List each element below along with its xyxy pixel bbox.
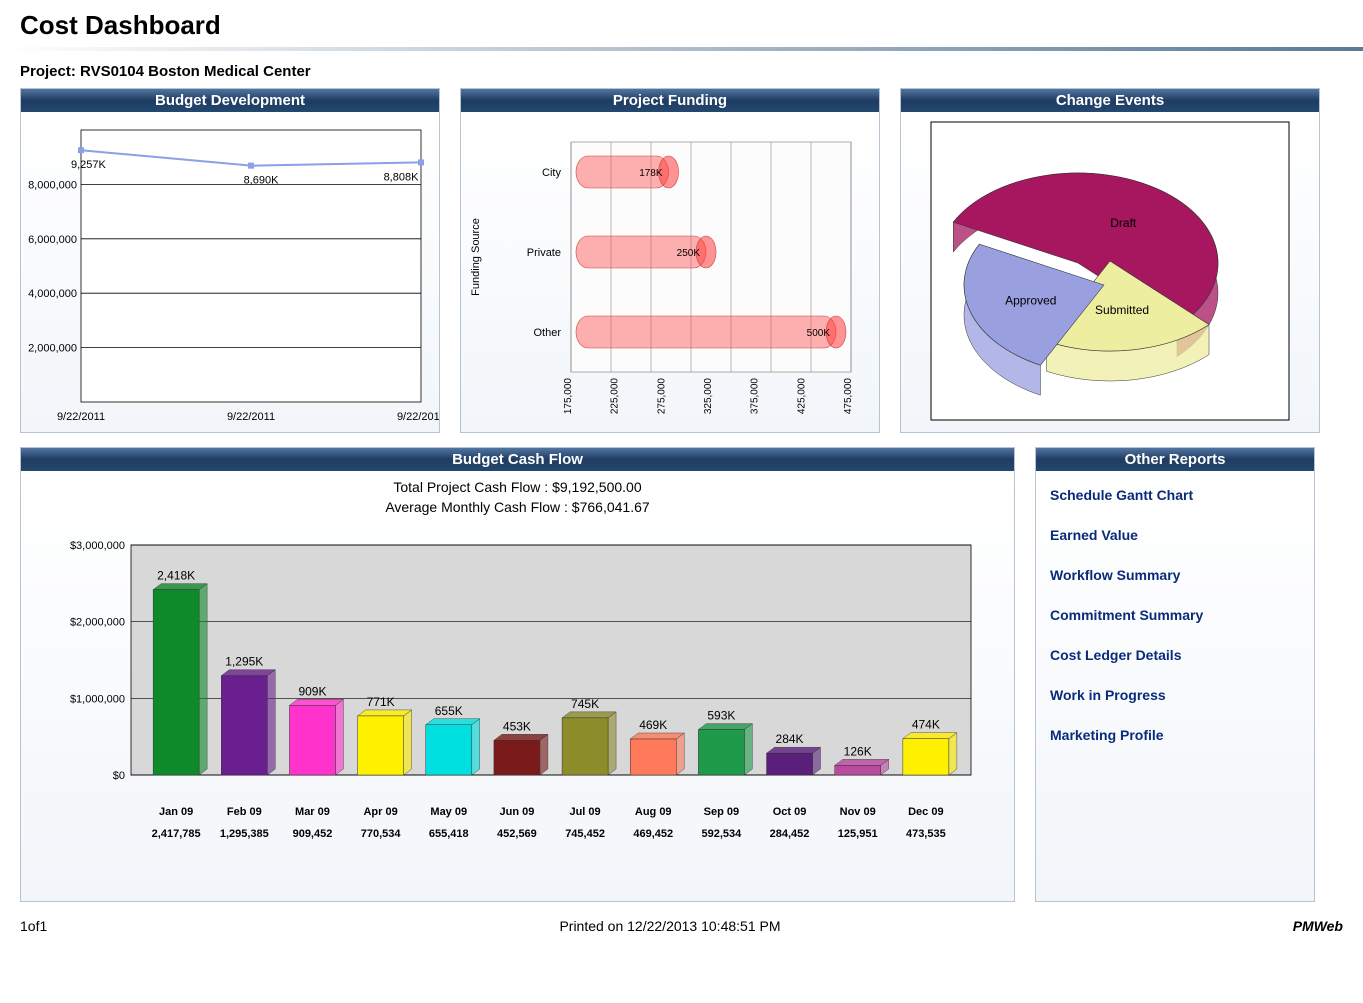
other-report-link-0[interactable]: Schedule Gantt Chart (1050, 487, 1300, 503)
svg-text:Other: Other (533, 327, 561, 339)
footer: 1of1 Printed on 12/22/2013 10:48:51 PM P… (0, 916, 1363, 936)
svg-text:6,000,000: 6,000,000 (28, 234, 77, 246)
panel-header-change-events: Change Events (901, 89, 1319, 112)
chart-budget-development: 2,000,000 4,000,000 6,000,000 8,000,000 9,25… (21, 112, 439, 430)
svg-text:475,000: 475,000 (843, 378, 854, 415)
svg-text:284K: 284K (776, 732, 804, 746)
svg-text:Approved: Approved (1005, 293, 1056, 307)
other-report-link-4[interactable]: Cost Ledger Details (1050, 647, 1300, 663)
svg-text:$0: $0 (113, 770, 125, 782)
svg-text:Jun 09: Jun 09 (499, 806, 534, 818)
svg-text:Draft: Draft (1110, 216, 1137, 230)
svg-text:Feb 09: Feb 09 (227, 806, 262, 818)
svg-text:453K: 453K (503, 719, 531, 733)
svg-text:745K: 745K (571, 697, 599, 711)
svg-text:Nov 09: Nov 09 (840, 806, 876, 818)
other-report-link-2[interactable]: Workflow Summary (1050, 567, 1300, 583)
svg-text:592,534: 592,534 (702, 828, 743, 840)
svg-text:Private: Private (527, 247, 561, 259)
svg-text:$1,000,000: $1,000,000 (70, 693, 125, 705)
svg-text:375,000: 375,000 (750, 378, 761, 415)
svg-text:4,000,000: 4,000,000 (28, 288, 77, 300)
title-band (0, 47, 1363, 51)
bcf-avg-label: Average Monthly Cash Flow : $766,041.67 (21, 497, 1014, 525)
svg-text:473,535: 473,535 (906, 828, 946, 840)
panel-change-events: Change Events Draft Submitted Approved (900, 88, 1320, 433)
panel-project-funding: Project Funding Funding Source City 178K Pr… (460, 88, 880, 433)
svg-text:655,418: 655,418 (429, 828, 469, 840)
other-report-link-3[interactable]: Commitment Summary (1050, 607, 1300, 623)
chart-change-events: Draft Submitted Approved (901, 112, 1319, 430)
svg-text:Jan 09: Jan 09 (159, 806, 193, 818)
svg-text:Funding Source: Funding Source (470, 218, 482, 296)
svg-text:8,808K: 8,808K (384, 171, 420, 183)
svg-text:9/22/2011: 9/22/2011 (57, 411, 105, 423)
bcf-total-label: Total Project Cash Flow : $9,192,500.00 (21, 471, 1014, 497)
svg-text:2,418K: 2,418K (157, 569, 195, 583)
footer-center: Printed on 12/22/2013 10:48:51 PM (559, 918, 780, 934)
project-label: Project: RVS0104 Boston Medical Center (0, 61, 1363, 88)
svg-text:275,000: 275,000 (656, 378, 667, 415)
svg-text:770,534: 770,534 (361, 828, 402, 840)
svg-text:469K: 469K (639, 718, 667, 732)
svg-text:175,000: 175,000 (563, 378, 574, 415)
svg-text:Mar 09: Mar 09 (295, 806, 330, 818)
svg-text:Apr 09: Apr 09 (363, 806, 397, 818)
svg-text:250K: 250K (677, 248, 701, 259)
svg-text:909K: 909K (298, 684, 326, 698)
svg-text:8,690K: 8,690K (244, 175, 280, 187)
svg-text:2,000,000: 2,000,000 (28, 343, 77, 355)
panel-budget-cash-flow: Budget Cash Flow Total Project Cash Flow… (20, 447, 1015, 902)
svg-text:225,000: 225,000 (610, 378, 621, 415)
svg-text:125,951: 125,951 (838, 828, 878, 840)
svg-text:909,452: 909,452 (293, 828, 333, 840)
svg-text:1,295K: 1,295K (225, 655, 263, 669)
panel-header-project-funding: Project Funding (461, 89, 879, 112)
svg-text:284,452: 284,452 (770, 828, 810, 840)
svg-text:593K: 593K (707, 709, 735, 723)
svg-text:2,417,785: 2,417,785 (152, 828, 201, 840)
svg-text:452,569: 452,569 (497, 828, 537, 840)
svg-text:Submitted: Submitted (1095, 303, 1149, 317)
chart-budget-cash-flow: $0 $1,000,000 $2,000,000 $3,000,000 2,418K Ja… (21, 525, 1014, 885)
svg-text:Dec 09: Dec 09 (908, 806, 943, 818)
footer-right: PMWeb (1293, 918, 1343, 934)
svg-text:Oct 09: Oct 09 (773, 806, 807, 818)
other-report-link-6[interactable]: Marketing Profile (1050, 727, 1300, 743)
svg-text:May 09: May 09 (430, 806, 467, 818)
svg-text:178K: 178K (639, 168, 663, 179)
svg-text:9/22/2011: 9/22/2011 (397, 411, 439, 423)
svg-text:655K: 655K (435, 704, 463, 718)
panel-header-budget-development: Budget Development (21, 89, 439, 112)
svg-text:9/22/2011: 9/22/2011 (227, 411, 275, 423)
svg-text:9,257K: 9,257K (71, 159, 107, 171)
svg-text:City: City (542, 167, 561, 179)
footer-left: 1of1 (20, 918, 47, 934)
svg-text:Jul 09: Jul 09 (569, 806, 600, 818)
svg-text:500K: 500K (807, 328, 831, 339)
svg-text:$2,000,000: $2,000,000 (70, 617, 125, 629)
svg-text:474K: 474K (912, 718, 940, 732)
svg-text:Aug 09: Aug 09 (635, 806, 672, 818)
svg-text:745,452: 745,452 (565, 828, 605, 840)
svg-text:469,452: 469,452 (633, 828, 673, 840)
svg-text:$3,000,000: $3,000,000 (70, 540, 125, 552)
svg-text:126K: 126K (844, 744, 872, 758)
chart-project-funding: Funding Source City 178K Private 250K Other 50… (461, 112, 879, 430)
other-report-link-1[interactable]: Earned Value (1050, 527, 1300, 543)
svg-text:325,000: 325,000 (703, 378, 714, 415)
panel-header-other-reports: Other Reports (1036, 448, 1314, 471)
svg-text:1,295,385: 1,295,385 (220, 828, 269, 840)
panel-budget-development: Budget Development 2,000,000 4,000,000 6,0… (20, 88, 440, 433)
panel-header-budget-cash-flow: Budget Cash Flow (21, 448, 1014, 471)
panel-other-reports: Other Reports Schedule Gantt Chart Earned… (1035, 447, 1315, 902)
svg-text:771K: 771K (367, 695, 395, 709)
svg-text:Sep 09: Sep 09 (704, 806, 739, 818)
other-report-link-5[interactable]: Work in Progress (1050, 687, 1300, 703)
svg-text:8,000,000: 8,000,000 (28, 179, 77, 191)
svg-text:425,000: 425,000 (796, 378, 807, 415)
page-title: Cost Dashboard (0, 0, 1363, 47)
